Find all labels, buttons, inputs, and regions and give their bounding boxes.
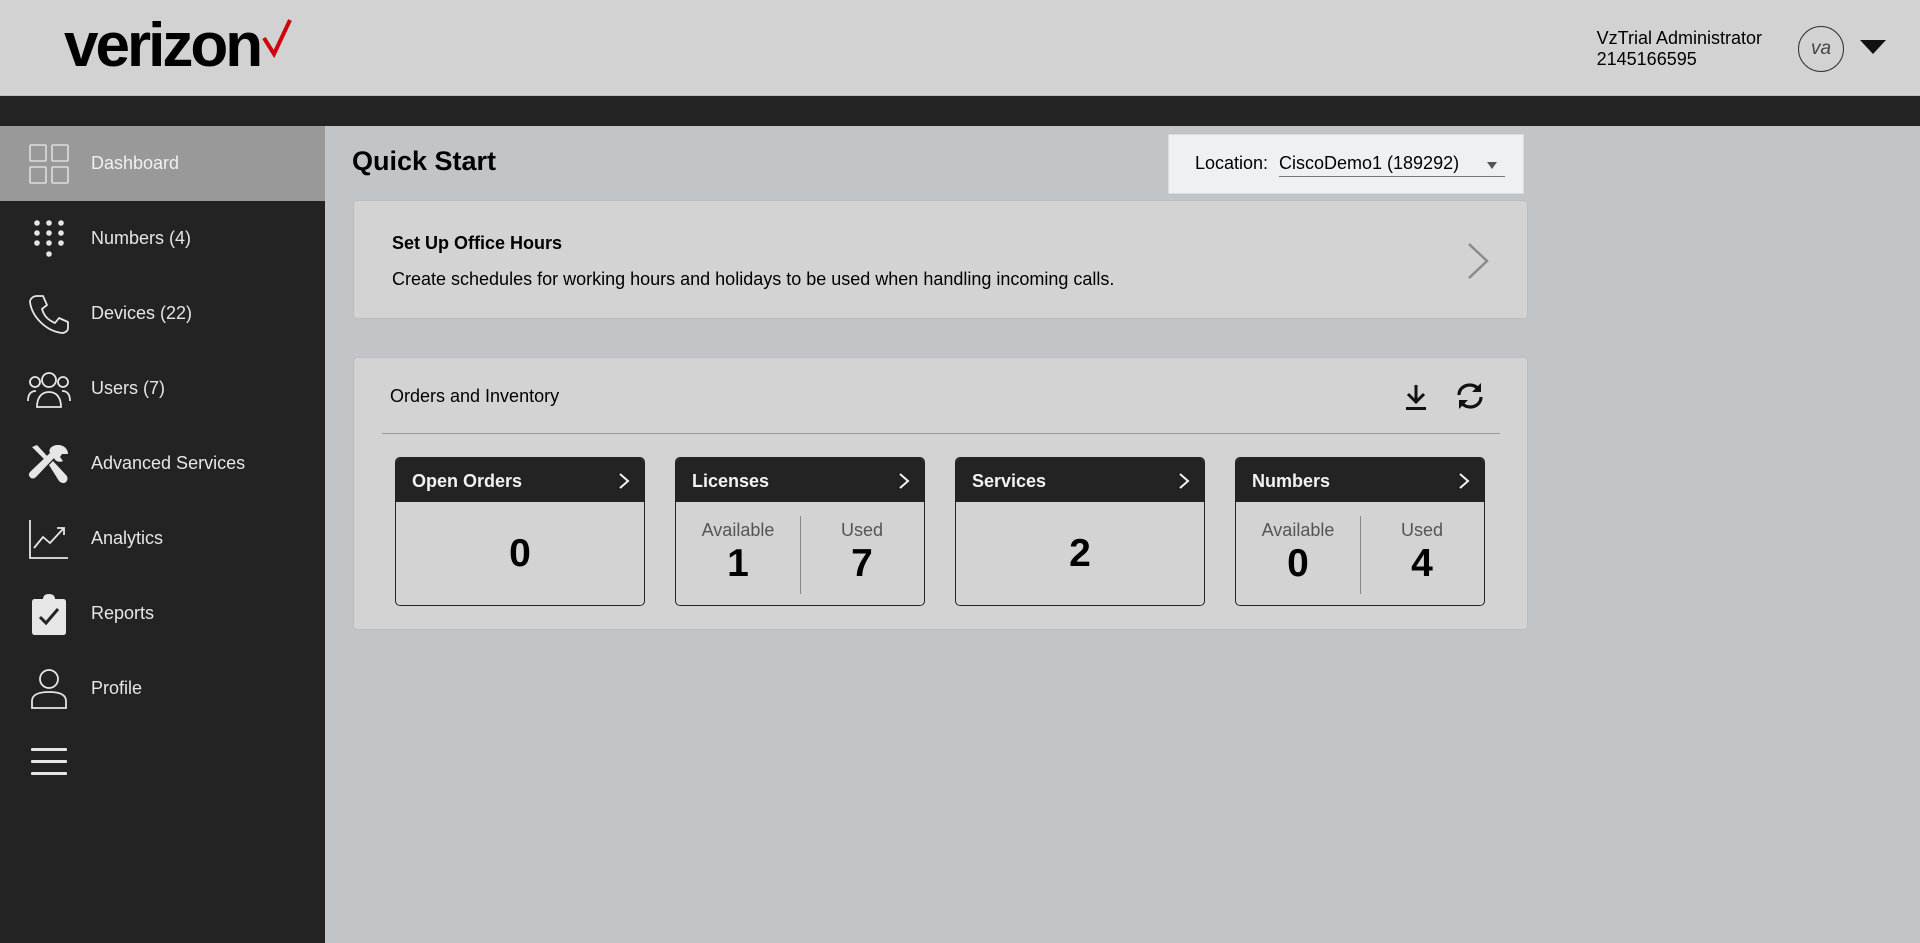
tile-services[interactable]: Services 2 [955, 457, 1205, 606]
tile-open-orders[interactable]: Open Orders 0 [395, 457, 645, 606]
tile-value: 0 [509, 532, 531, 575]
chevron-right-icon [899, 473, 910, 489]
available-value: 1 [727, 542, 749, 585]
dashboard-grid-icon [26, 141, 72, 187]
sidebar-item-numbers[interactable]: Numbers (4) [0, 201, 325, 276]
available-label: Available [1261, 520, 1335, 540]
sidebar-item-label: Advanced Services [91, 453, 246, 473]
sidebar-item-analytics[interactable]: Analytics [0, 501, 325, 576]
sidebar-item-users[interactable]: Users (7) [0, 351, 325, 426]
sidebar-item-label: Reports [91, 603, 155, 623]
used-column: Used 4 [1360, 502, 1484, 605]
chevron-right-icon[interactable] [1465, 241, 1491, 281]
section-divider [382, 433, 1500, 434]
available-column: Available 1 [676, 502, 800, 605]
sidebar-item-advanced-services[interactable]: Advanced Services [0, 426, 325, 501]
sidebar-item-dashboard[interactable]: Dashboard [0, 126, 325, 201]
tile-header: Services [956, 458, 1204, 502]
location-selector: Location: CiscoDemo1 (189292) [1168, 134, 1524, 194]
sidebar-item-label: Users (7) [91, 378, 166, 398]
used-label: Used [1400, 520, 1444, 540]
used-value: 7 [851, 542, 873, 585]
profile-icon [26, 666, 72, 712]
location-value: CiscoDemo1 (189292) [1279, 153, 1460, 173]
used-value: 4 [1411, 542, 1433, 585]
chevron-right-icon [619, 473, 630, 489]
available-value: 0 [1287, 542, 1309, 585]
tile-header: Numbers [1236, 458, 1484, 502]
user-name: VzTrial Administrator [1596, 28, 1762, 48]
tools-icon [26, 441, 72, 487]
tile-numbers[interactable]: Numbers Available 0 Used 4 [1235, 457, 1485, 606]
sidebar-item-label: Analytics [91, 528, 164, 548]
tile-value: 2 [1069, 532, 1091, 575]
line-chart-icon [26, 516, 72, 562]
tile-header: Open Orders [396, 458, 644, 502]
sidebar-item-label: Dashboard [91, 153, 180, 173]
available-column: Available 0 [1236, 502, 1360, 605]
user-phone: 2145166595 [1596, 49, 1697, 69]
logo-check-icon [262, 19, 292, 58]
tile-licenses[interactable]: Licenses Available 1 Used 7 [675, 457, 925, 606]
tile-header: Licenses [676, 458, 924, 502]
verizon-logo[interactable]: verizon [64, 14, 292, 78]
used-label: Used [840, 520, 884, 540]
tile-label: Open Orders [412, 471, 523, 491]
logo-text: verizon [64, 11, 263, 80]
office-hours-card[interactable]: Set Up Office Hours Create schedules for… [353, 200, 1528, 319]
chevron-right-icon [1459, 473, 1470, 489]
app-header: verizon VzTrial Administrator 2145166595… [0, 0, 1920, 96]
tile-split-values: Available 0 Used 4 [1236, 502, 1484, 605]
dialpad-icon [26, 216, 72, 262]
sidebar-item-reports[interactable]: Reports [0, 576, 325, 651]
dropdown-caret-icon [1487, 162, 1497, 169]
phone-icon [26, 291, 72, 337]
orders-inventory-title: Orders and Inventory [390, 386, 560, 406]
sidebar-item-label: Devices (22) [91, 303, 193, 323]
office-hours-title: Set Up Office Hours [392, 233, 563, 253]
chevron-right-icon [1179, 473, 1190, 489]
user-menu-caret-icon[interactable] [1860, 40, 1886, 54]
used-column: Used 7 [800, 502, 924, 605]
office-hours-description: Create schedules for working hours and h… [392, 269, 1115, 289]
header-dark-strip [0, 96, 1920, 126]
tile-split-values: Available 1 Used 7 [676, 502, 924, 605]
sidebar-item-profile[interactable]: Profile [0, 651, 325, 726]
sidebar: Dashboard Numbers (4) Devices (22) Users… [0, 126, 325, 943]
location-dropdown[interactable]: CiscoDemo1 (189292) [1279, 151, 1505, 177]
avatar[interactable]: va [1798, 26, 1844, 72]
user-info[interactable]: VzTrial Administrator 2145166595 [1597, 28, 1762, 70]
page-title: Quick Start [352, 146, 497, 176]
clipboard-check-icon [26, 591, 72, 637]
tile-label: Licenses [692, 471, 770, 491]
tile-label: Numbers [1252, 471, 1331, 491]
available-label: Available [701, 520, 775, 540]
users-icon [26, 366, 72, 412]
sidebar-item-label: Numbers (4) [91, 228, 192, 248]
sidebar-item-label: Profile [91, 678, 143, 698]
orders-inventory-card: Orders and Inventory Open Orders 0 Licen… [353, 357, 1528, 630]
tile-label: Services [972, 471, 1047, 491]
location-label: Location: [1195, 153, 1269, 173]
hamburger-menu-icon[interactable] [31, 748, 67, 778]
refresh-icon[interactable] [1454, 380, 1486, 412]
sidebar-item-devices[interactable]: Devices (22) [0, 276, 325, 351]
download-icon[interactable] [1402, 382, 1430, 412]
